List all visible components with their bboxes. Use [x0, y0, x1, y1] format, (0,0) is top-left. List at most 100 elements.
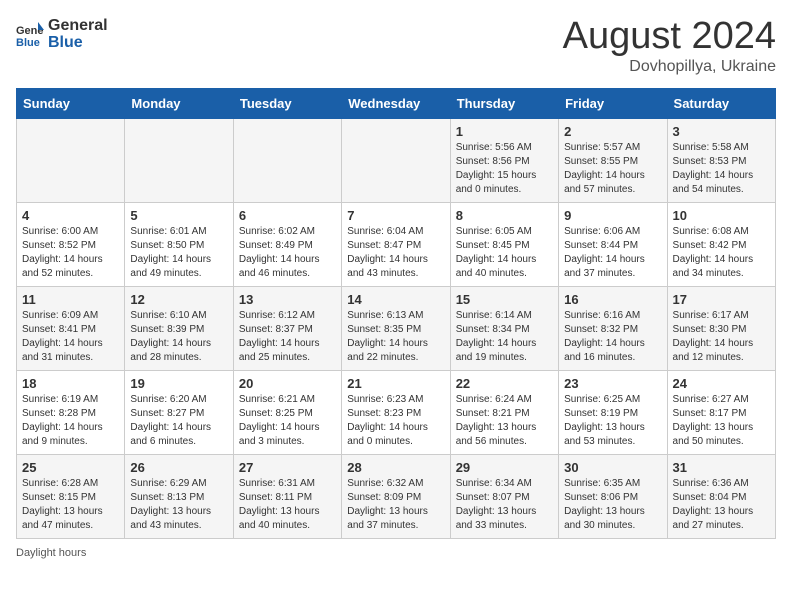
day-info: Sunrise: 6:01 AM Sunset: 8:50 PM Dayligh…	[130, 225, 227, 281]
calendar-cell: 9 Sunrise: 6:06 AM Sunset: 8:44 PM Daylig…	[559, 202, 667, 286]
col-header-tuesday: Tuesday	[233, 88, 341, 118]
day-number: 30	[564, 460, 661, 475]
day-number: 8	[456, 208, 553, 223]
calendar-cell: 25 Sunrise: 6:28 AM Sunset: 8:15 PM Dayli…	[17, 454, 125, 538]
day-number: 3	[673, 124, 770, 139]
day-info: Sunrise: 6:31 AM Sunset: 8:11 PM Dayligh…	[239, 477, 336, 533]
calendar-cell: 8 Sunrise: 6:05 AM Sunset: 8:45 PM Daylig…	[450, 202, 558, 286]
calendar-cell: 16 Sunrise: 6:16 AM Sunset: 8:32 PM Dayli…	[559, 286, 667, 370]
calendar-cell	[342, 118, 450, 202]
logo: General Blue General Blue	[16, 16, 108, 52]
calendar-cell: 27 Sunrise: 6:31 AM Sunset: 8:11 PM Dayli…	[233, 454, 341, 538]
col-header-thursday: Thursday	[450, 88, 558, 118]
calendar-cell: 21 Sunrise: 6:23 AM Sunset: 8:23 PM Dayli…	[342, 370, 450, 454]
col-header-sunday: Sunday	[17, 88, 125, 118]
day-number: 2	[564, 124, 661, 139]
day-info: Sunrise: 6:19 AM Sunset: 8:28 PM Dayligh…	[22, 393, 119, 449]
calendar-cell: 5Sunrise: 6:01 AM Sunset: 8:50 PM Daylig…	[125, 202, 233, 286]
day-info: Sunrise: 6:25 AM Sunset: 8:19 PM Dayligh…	[564, 393, 661, 449]
calendar-cell: 28Sunrise: 6:32 AM Sunset: 8:09 PM Dayli…	[342, 454, 450, 538]
day-info: Sunrise: 6:29 AM Sunset: 8:13 PM Dayligh…	[130, 477, 227, 533]
day-number: 16	[564, 292, 661, 307]
calendar-cell: 14Sunrise: 6:13 AM Sunset: 8:35 PM Dayli…	[342, 286, 450, 370]
calendar-cell: 10 Sunrise: 6:08 AM Sunset: 8:42 PM Dayli…	[667, 202, 775, 286]
day-number: 24	[673, 376, 770, 391]
day-info: Sunrise: 6:02 AM Sunset: 8:49 PM Dayligh…	[239, 225, 336, 281]
day-info: Sunrise: 6:21 AM Sunset: 8:25 PM Dayligh…	[239, 393, 336, 449]
calendar-cell: 18 Sunrise: 6:19 AM Sunset: 8:28 PM Dayli…	[17, 370, 125, 454]
calendar-cell: 30 Sunrise: 6:35 AM Sunset: 8:06 PM Dayli…	[559, 454, 667, 538]
day-number: 18	[22, 376, 119, 391]
day-info: Sunrise: 6:28 AM Sunset: 8:15 PM Dayligh…	[22, 477, 119, 533]
col-header-wednesday: Wednesday	[342, 88, 450, 118]
calendar-cell	[125, 118, 233, 202]
title-block: August 2024 Dovhopillya, Ukraine	[563, 16, 776, 76]
col-header-friday: Friday	[559, 88, 667, 118]
day-info: Sunrise: 6:00 AM Sunset: 8:52 PM Dayligh…	[22, 225, 119, 281]
calendar-header-row: SundayMondayTuesdayWednesdayThursdayFrid…	[17, 88, 776, 118]
calendar-cell: 20 Sunrise: 6:21 AM Sunset: 8:25 PM Dayli…	[233, 370, 341, 454]
calendar-cell: 31 Sunrise: 6:36 AM Sunset: 8:04 PM Dayli…	[667, 454, 775, 538]
day-number: 25	[22, 460, 119, 475]
day-number: 22	[456, 376, 553, 391]
day-info: Sunrise: 6:06 AM Sunset: 8:44 PM Dayligh…	[564, 225, 661, 281]
week-row-5: 25 Sunrise: 6:28 AM Sunset: 8:15 PM Dayli…	[17, 454, 776, 538]
day-info: Sunrise: 6:35 AM Sunset: 8:06 PM Dayligh…	[564, 477, 661, 533]
calendar-cell: 17Sunrise: 6:17 AM Sunset: 8:30 PM Dayli…	[667, 286, 775, 370]
day-number: 1	[456, 124, 553, 139]
day-number: 17	[673, 292, 770, 307]
day-info: Sunrise: 6:36 AM Sunset: 8:04 PM Dayligh…	[673, 477, 770, 533]
day-number: 10	[673, 208, 770, 223]
day-number: 21	[347, 376, 444, 391]
day-info: Sunrise: 6:24 AM Sunset: 8:21 PM Dayligh…	[456, 393, 553, 449]
day-number: 6	[239, 208, 336, 223]
day-number: 20	[239, 376, 336, 391]
page-header: General Blue General Blue August 2024 Do…	[16, 16, 776, 76]
day-info: Sunrise: 6:12 AM Sunset: 8:37 PM Dayligh…	[239, 309, 336, 365]
day-info: Sunrise: 6:27 AM Sunset: 8:17 PM Dayligh…	[673, 393, 770, 449]
footer-daylight: Daylight hours	[16, 547, 776, 559]
day-number: 9	[564, 208, 661, 223]
day-number: 15	[456, 292, 553, 307]
day-number: 4	[22, 208, 119, 223]
day-info: Sunrise: 6:09 AM Sunset: 8:41 PM Dayligh…	[22, 309, 119, 365]
calendar-cell: 7Sunrise: 6:04 AM Sunset: 8:47 PM Daylig…	[342, 202, 450, 286]
day-info: Sunrise: 6:23 AM Sunset: 8:23 PM Dayligh…	[347, 393, 444, 449]
week-row-1: 1 Sunrise: 5:56 AM Sunset: 8:56 PM Daylig…	[17, 118, 776, 202]
day-info: Sunrise: 5:57 AM Sunset: 8:55 PM Dayligh…	[564, 141, 661, 197]
calendar-cell: 11 Sunrise: 6:09 AM Sunset: 8:41 PM Dayli…	[17, 286, 125, 370]
calendar-cell: 4 Sunrise: 6:00 AM Sunset: 8:52 PM Daylig…	[17, 202, 125, 286]
day-number: 11	[22, 292, 119, 307]
week-row-2: 4 Sunrise: 6:00 AM Sunset: 8:52 PM Daylig…	[17, 202, 776, 286]
logo-icon: General Blue	[16, 20, 44, 48]
day-number: 19	[130, 376, 227, 391]
day-info: Sunrise: 6:16 AM Sunset: 8:32 PM Dayligh…	[564, 309, 661, 365]
day-number: 12	[130, 292, 227, 307]
day-info: Sunrise: 5:56 AM Sunset: 8:56 PM Dayligh…	[456, 141, 553, 197]
month-title: August 2024	[563, 16, 776, 58]
day-info: Sunrise: 6:13 AM Sunset: 8:35 PM Dayligh…	[347, 309, 444, 365]
day-number: 29	[456, 460, 553, 475]
day-info: Sunrise: 5:58 AM Sunset: 8:53 PM Dayligh…	[673, 141, 770, 197]
calendar-table: SundayMondayTuesdayWednesdayThursdayFrid…	[16, 88, 776, 539]
day-number: 23	[564, 376, 661, 391]
week-row-4: 18 Sunrise: 6:19 AM Sunset: 8:28 PM Dayli…	[17, 370, 776, 454]
calendar-cell: 19Sunrise: 6:20 AM Sunset: 8:27 PM Dayli…	[125, 370, 233, 454]
day-info: Sunrise: 6:10 AM Sunset: 8:39 PM Dayligh…	[130, 309, 227, 365]
calendar-cell	[17, 118, 125, 202]
day-number: 7	[347, 208, 444, 223]
day-info: Sunrise: 6:05 AM Sunset: 8:45 PM Dayligh…	[456, 225, 553, 281]
day-info: Sunrise: 6:34 AM Sunset: 8:07 PM Dayligh…	[456, 477, 553, 533]
day-number: 13	[239, 292, 336, 307]
calendar-cell	[233, 118, 341, 202]
week-row-3: 11 Sunrise: 6:09 AM Sunset: 8:41 PM Dayli…	[17, 286, 776, 370]
day-info: Sunrise: 6:08 AM Sunset: 8:42 PM Dayligh…	[673, 225, 770, 281]
day-number: 27	[239, 460, 336, 475]
calendar-cell: 26Sunrise: 6:29 AM Sunset: 8:13 PM Dayli…	[125, 454, 233, 538]
day-number: 28	[347, 460, 444, 475]
calendar-cell: 2 Sunrise: 5:57 AM Sunset: 8:55 PM Daylig…	[559, 118, 667, 202]
calendar-cell: 12 Sunrise: 6:10 AM Sunset: 8:39 PM Dayli…	[125, 286, 233, 370]
calendar-cell: 24 Sunrise: 6:27 AM Sunset: 8:17 PM Dayli…	[667, 370, 775, 454]
col-header-saturday: Saturday	[667, 88, 775, 118]
day-number: 31	[673, 460, 770, 475]
